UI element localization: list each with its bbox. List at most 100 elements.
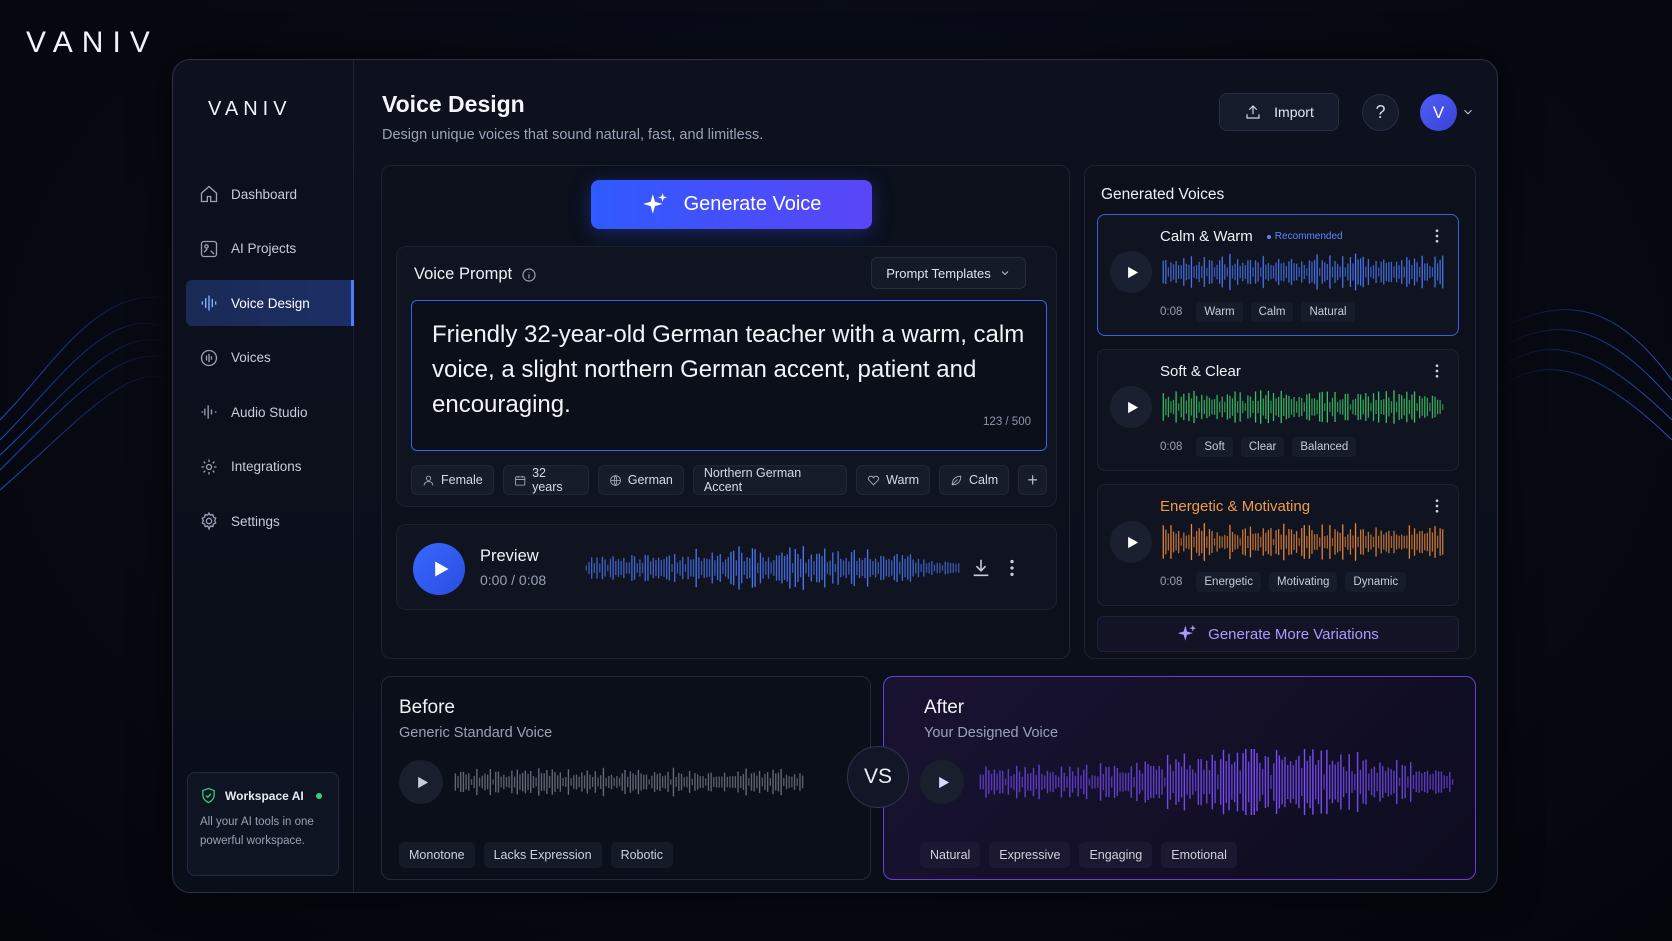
waveform-bar [1408,399,1411,415]
workspace-ai-card[interactable]: Workspace AI All your AI tools in one po… [187,772,339,876]
waveform-bar [1306,394,1308,420]
waveform-bar [1175,391,1177,423]
waveform-bar [1301,768,1303,796]
waveform-bar [1442,255,1444,289]
waveform-bar [573,775,575,789]
waveform-bar [1283,262,1285,282]
download-icon[interactable] [970,557,992,579]
voice-waveform[interactable] [1162,253,1444,291]
sidebar-item-voices[interactable]: Voices [186,335,354,381]
recommended-badge: Recommended [1266,231,1343,242]
waveform-bar [1352,263,1354,281]
chip-female[interactable]: Female [411,465,494,495]
waveform-bar [735,560,738,576]
waveform-bar [651,775,653,789]
waveform-bar [1442,529,1444,555]
waveform-bar [1337,761,1339,803]
waveform-bar [1197,759,1200,805]
waveform-bar [896,553,898,583]
sidebar-item-label: Settings [231,513,280,529]
sidebar-item-audio-studio[interactable]: Audio Studio [186,389,354,435]
voice-prompt-heading: Voice Prompt [414,265,537,284]
waveform-bar [1085,764,1088,800]
waveform-bar [1403,398,1405,416]
more-vertical-icon[interactable] [1428,227,1446,245]
waveform-bar [1415,771,1417,793]
waveform-bar [1324,535,1326,549]
waveform-bar [761,777,763,787]
voice-card-energetic-motivating[interactable]: Energetic & Motivating 0:08 Energetic Mo… [1097,484,1459,606]
waveform-bar [1247,395,1249,419]
chip-age[interactable]: 32 years [502,465,589,495]
waveform-bar [1393,390,1395,424]
help-button[interactable]: ? [1362,94,1399,131]
waveform-bar [791,563,794,573]
more-vertical-icon[interactable] [1428,362,1446,380]
more-vertical-icon[interactable] [1428,497,1446,515]
generate-voice-button[interactable]: Generate Voice [591,180,872,229]
waveform-bar [1280,534,1282,550]
after-waveform[interactable] [979,749,1454,815]
chip-calm[interactable]: Calm [939,465,1010,495]
waveform-bar [769,778,772,786]
sidebar-item-settings[interactable]: Settings [186,498,354,544]
sidebar-item-integrations[interactable]: Integrations [186,444,354,490]
after-play-button[interactable] [920,760,964,804]
waveform-bar [1398,535,1400,549]
waveform-bar [524,770,527,794]
preview-play-button[interactable] [413,543,465,595]
chip-language[interactable]: German [597,465,684,495]
sidebar-item-dashboard[interactable]: Dashboard [186,171,354,217]
waveform-bar [649,561,652,575]
sidebar-item-voice-design[interactable]: Voice Design [186,280,354,326]
before-waveform[interactable] [454,749,804,815]
waveform-bar [1383,399,1385,415]
voice-play-button[interactable] [1110,251,1152,293]
chip-accent[interactable]: Northern German Accent [692,465,848,495]
waveform-bar [1375,527,1377,557]
generate-more-variations-button[interactable]: Generate More Variations [1097,616,1459,652]
chip-warm[interactable]: Warm [856,465,931,495]
waveform-bar [1387,767,1390,797]
import-button[interactable]: Import [1219,93,1339,131]
waveform-bar [1152,766,1155,798]
waveform-bar [513,776,516,788]
waveform-bar [765,561,767,575]
waveform-bar [1321,391,1323,423]
waveform-bar [931,561,933,575]
waveform-bar [484,773,486,791]
waveform-bar [699,776,702,788]
waveform-bar [585,565,588,571]
waveform-bar [845,558,847,578]
waveform-bar [750,773,753,791]
preview-time: 0:00 / 0:08 [480,572,547,588]
voice-card-soft-clear[interactable]: Soft & Clear 0:08 Soft Clear Balanced [1097,349,1459,471]
waveform-bar [1362,760,1364,804]
more-vertical-icon[interactable] [1001,557,1023,579]
chevron-down-icon[interactable] [1461,105,1475,119]
voice-tags: 0:08 Soft Clear Balanced [1160,437,1364,457]
voice-play-button[interactable] [1110,521,1152,563]
waveform-bar [826,562,829,574]
waveform-bar [1306,268,1308,276]
voice-card-calm-warm[interactable]: Calm & Warm Recommended 0:08 Warm Calm N… [1097,214,1459,336]
voice-prompt-textarea[interactable]: Friendly 32-year-old German teacher with… [411,300,1047,451]
add-chip-button[interactable]: + [1018,465,1047,495]
waveform-bar [710,772,712,792]
waveform-bar [508,776,510,788]
waveform-bar [753,772,755,792]
info-icon[interactable] [521,267,537,283]
voice-play-button[interactable] [1110,386,1152,428]
avatar[interactable]: V [1420,94,1457,131]
waveform-bar [1027,773,1029,791]
preview-waveform[interactable] [585,545,960,591]
chip-label: Warm [886,473,920,487]
waveform-bar [708,559,711,577]
waveform-bar [1231,531,1234,553]
before-play-button[interactable] [399,760,443,804]
sidebar-item-ai-projects[interactable]: AI Projects [186,226,354,272]
waveform-bar [1224,264,1226,280]
voice-waveform[interactable] [1162,523,1444,561]
prompt-templates-dropdown[interactable]: Prompt Templates [871,257,1026,289]
voice-waveform[interactable] [1162,388,1444,426]
